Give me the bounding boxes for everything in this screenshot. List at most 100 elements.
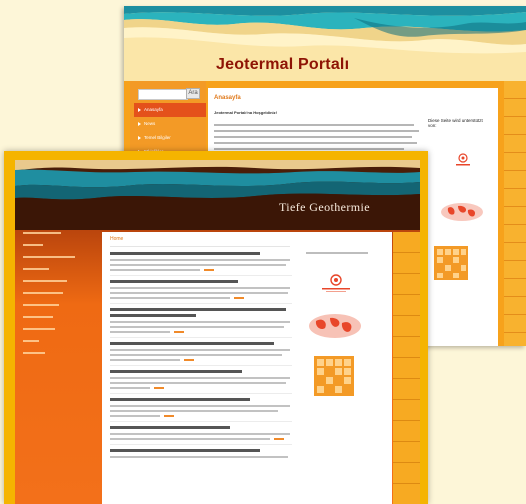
site-title[interactable]: Jeotermal Portalı [216,56,349,74]
nav-item-label-blur [23,244,43,246]
nav-item[interactable] [23,250,103,262]
sponsor-note: Diese Seite wird unterstützt von: [428,118,483,128]
sponsor-logo-grid[interactable] [434,246,468,280]
divider [110,246,290,247]
temperature-scale [393,232,420,504]
nav-item-label-blur [23,352,45,354]
news-text [110,354,282,356]
news-text [110,415,160,417]
news-text [110,287,290,289]
nav-item[interactable] [23,310,103,322]
nav-item-label-blur [23,280,67,282]
search-input[interactable] [138,89,188,100]
news-text [110,433,290,435]
sponsor-note [306,252,368,254]
news-text [110,387,150,389]
browser-window-tiefe-geothermie: Tiefe Geothermie Home [4,151,428,504]
news-title[interactable] [110,252,260,255]
news-text [110,359,180,361]
nav-item[interactable] [23,298,103,310]
site-title[interactable]: Tiefe Geothermie [279,200,370,215]
sponsor-logo-world-map[interactable] [440,202,484,222]
read-more-link[interactable] [174,331,184,333]
nav-item[interactable] [23,286,103,298]
landscape-header-graphic [15,160,420,230]
text-line [214,142,417,144]
nav-item-label: Anasayfa [144,107,163,112]
page-body: Tiefe Geothermie Home [15,160,420,504]
nav-item-label-blur [23,340,39,342]
read-more-link[interactable] [154,387,164,389]
sponsor-logo-grid[interactable] [314,356,354,396]
news-text [110,292,288,294]
news-title[interactable] [110,370,242,373]
news-text [110,438,270,440]
read-more-link[interactable] [274,438,284,440]
sponsor-logo-world-map[interactable] [308,312,362,340]
nav-item[interactable] [23,226,103,238]
news-title[interactable] [110,308,286,311]
divider [110,421,292,422]
news-title[interactable] [110,342,274,345]
nav-item[interactable] [23,322,103,334]
nav-item-label-blur [23,232,61,234]
text-line [214,148,404,150]
news-title[interactable] [110,426,230,429]
divider [110,365,292,366]
search-button[interactable]: Ara [186,88,200,99]
news-text [110,321,290,323]
read-more-link[interactable] [234,297,244,299]
divider [110,337,292,338]
news-text [110,410,278,412]
nav-item-news[interactable]: News [134,117,206,131]
nav-item-label-blur [23,328,55,330]
read-more-link[interactable] [184,359,194,361]
nav-item[interactable] [23,238,103,250]
divider [110,393,292,394]
nav-item[interactable] [23,262,103,274]
arrow-bullet-icon [138,108,141,112]
news-text [110,259,290,261]
nav-item-label-blur [23,268,49,270]
nav-item-label-blur [23,304,59,306]
divider [110,275,292,276]
sponsor-logo-red-emblem[interactable] [318,272,354,294]
page-heading: Home [110,236,124,242]
nav-item[interactable] [23,346,103,358]
page-heading: Anasayfa [214,95,241,101]
news-text [110,377,290,379]
nav-item-label-blur [23,256,75,258]
read-more-link[interactable] [204,269,214,271]
text-line [214,136,412,138]
news-text [110,456,288,458]
sponsor-logo-red-emblem[interactable] [454,152,472,168]
news-text [110,382,286,384]
news-title[interactable] [110,280,238,283]
news-title[interactable] [110,449,260,452]
nav-item-anasayfa[interactable]: Anasayfa [134,103,206,117]
nav-item-label: News [144,121,156,126]
news-title[interactable] [110,398,250,401]
nav-item-label-blur [23,316,53,318]
news-text [110,264,286,266]
divider [110,444,292,445]
news-text [110,326,284,328]
nav-item-label-blur [23,292,63,294]
news-text [110,297,230,299]
sidebar-nav [23,226,103,358]
nav-item[interactable] [23,334,103,346]
nav-item-temel-bilgiler[interactable]: Temel Bilgiler [134,131,206,145]
text-line [214,130,419,132]
nav-item[interactable] [23,274,103,286]
arrow-bullet-icon [138,136,141,140]
arrow-bullet-icon [138,122,141,126]
temperature-scale [504,81,526,346]
read-more-link[interactable] [164,415,174,417]
news-text [110,405,290,407]
news-title[interactable] [110,314,196,317]
news-text [110,349,290,351]
news-text [110,269,200,271]
text-line [214,124,414,126]
news-text [110,331,170,333]
divider [110,303,292,304]
